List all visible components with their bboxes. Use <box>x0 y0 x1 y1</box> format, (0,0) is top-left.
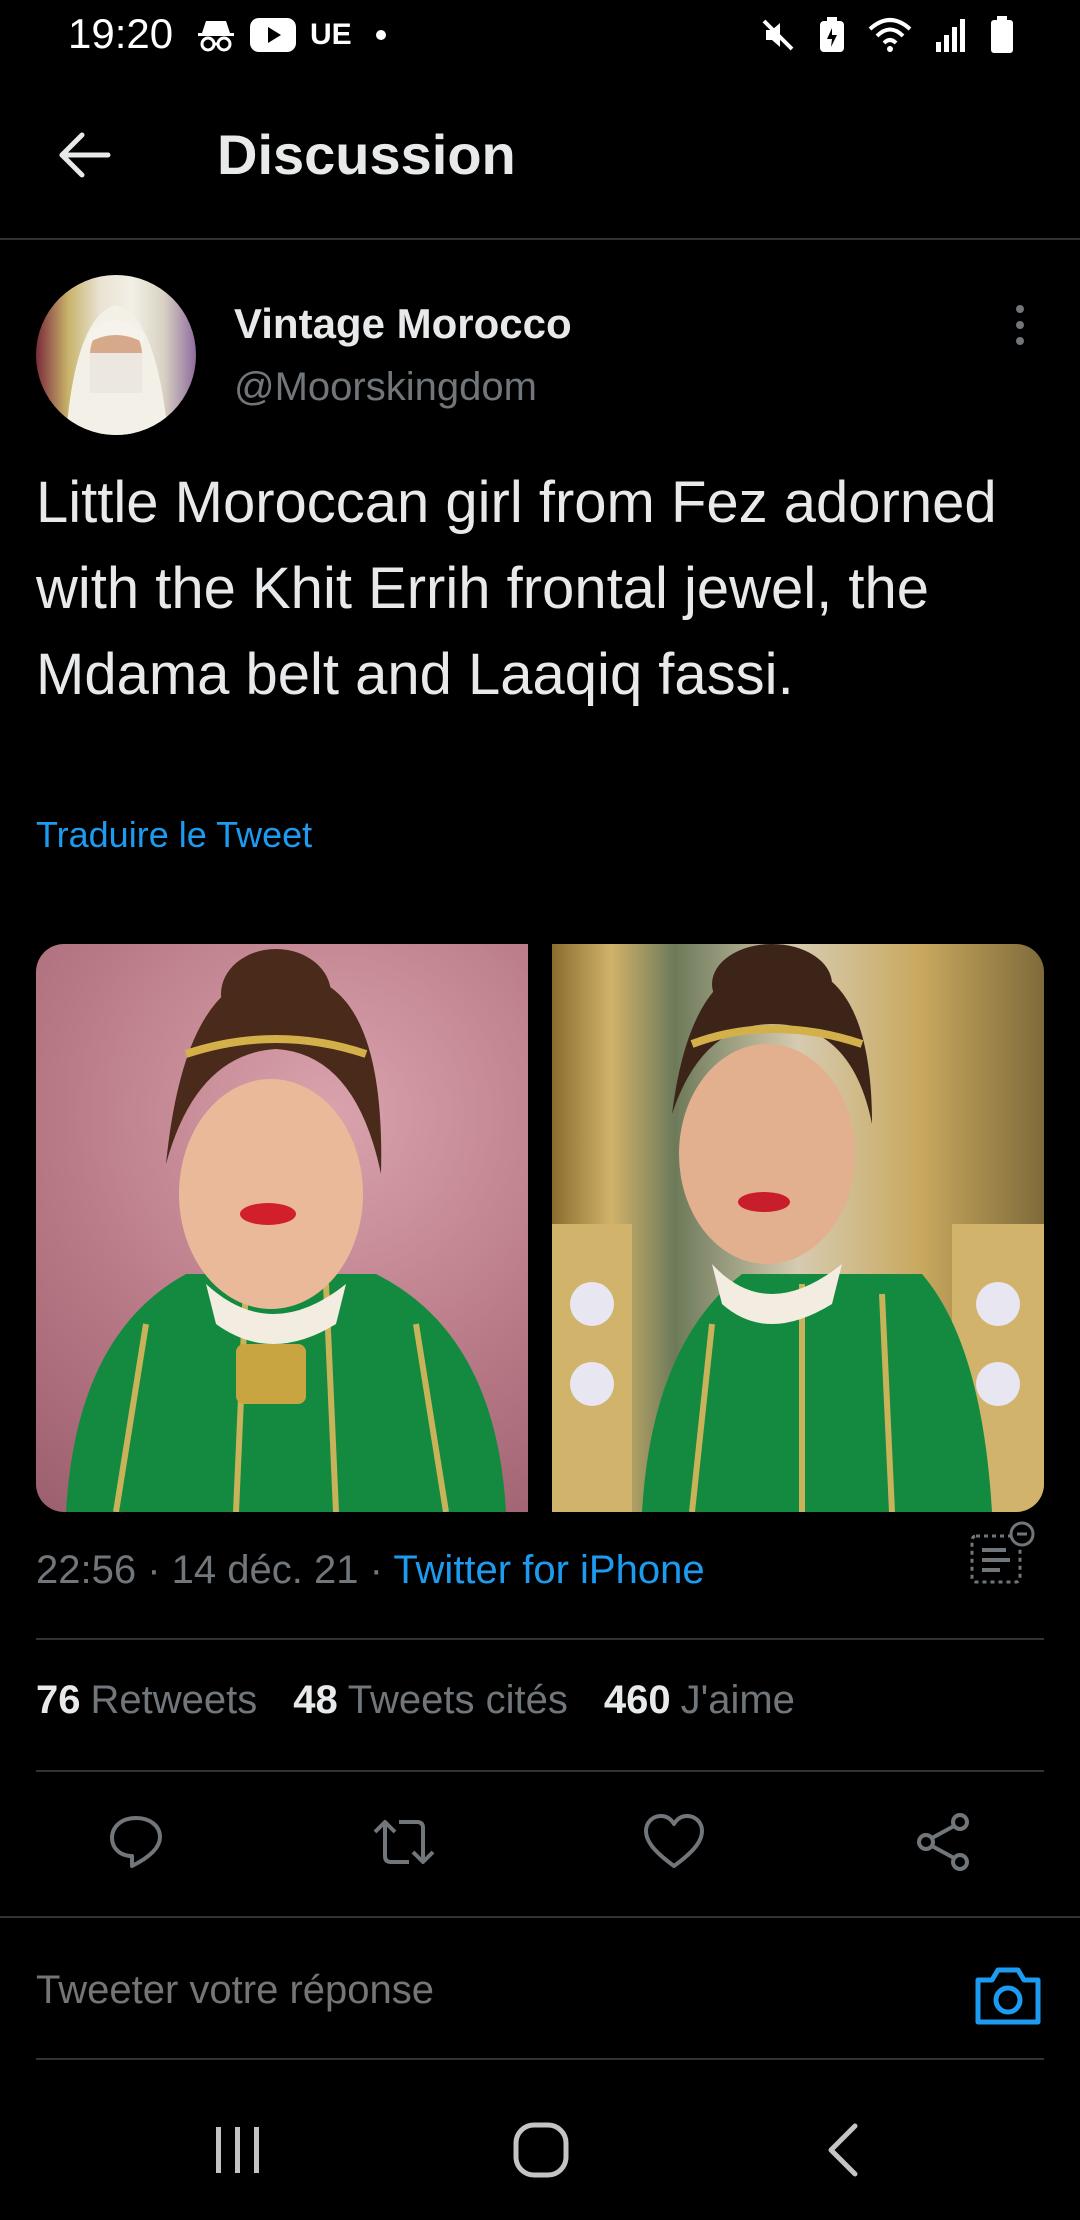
stat-count: 48 <box>293 1678 338 1722</box>
signal-icon <box>936 19 965 52</box>
stat-label: J'aime <box>680 1678 795 1722</box>
status-time: 19:20 <box>68 10 174 57</box>
retweet-button[interactable] <box>364 1802 444 1882</box>
tweet-source-link[interactable]: Twitter for iPhone <box>393 1548 704 1592</box>
divider <box>36 2058 1044 2060</box>
stat-count: 76 <box>36 1678 81 1722</box>
nav-back-button[interactable] <box>798 2110 888 2190</box>
carrier-text: UE <box>310 18 352 51</box>
heart-icon <box>644 1814 704 1868</box>
share-button[interactable] <box>904 1802 984 1882</box>
stat-quote-tweets[interactable]: 48 Tweets cités <box>293 1678 568 1723</box>
tweet-date: 14 déc. 21 <box>171 1548 359 1592</box>
tweet-stats: 76 Retweets 48 Tweets cités 460 J'aime <box>36 1678 795 1723</box>
recent-apps-icon <box>216 2127 259 2173</box>
stat-likes[interactable]: 460 J'aime <box>604 1678 795 1723</box>
share-icon <box>917 1813 969 1871</box>
home-button[interactable] <box>496 2110 586 2190</box>
retweet-icon <box>373 1820 435 1864</box>
mute-icon <box>762 19 794 51</box>
translate-tweet-link[interactable]: Traduire le Tweet <box>36 814 312 856</box>
tweet-text: Little Moroccan girl from Fez adorned wi… <box>36 470 997 707</box>
divider <box>0 1916 1080 1918</box>
like-button[interactable] <box>634 1802 714 1882</box>
more-dot-icon <box>1016 337 1024 345</box>
status-left-icons: UE <box>196 14 386 56</box>
meta-separator: · <box>136 1548 172 1592</box>
stat-count: 460 <box>603 1678 671 1722</box>
tweet-time: 22:56 <box>36 1548 137 1592</box>
photo-girl-pink-background <box>66 949 506 1512</box>
tweet-photo-2[interactable] <box>552 944 1044 1512</box>
divider <box>36 1638 1044 1640</box>
avatar[interactable] <box>36 275 196 435</box>
camera-button[interactable] <box>972 1962 1044 2028</box>
recent-apps-button[interactable] <box>193 2110 283 2190</box>
stat-label: Retweets <box>90 1678 258 1722</box>
status-right-icons <box>760 14 1014 56</box>
author-name[interactable]: Vintage Morocco <box>234 300 572 348</box>
reply-icon <box>110 1816 162 1868</box>
back-arrow-icon <box>59 132 111 178</box>
divider <box>36 1770 1044 1772</box>
media-grid <box>36 944 1044 1512</box>
home-icon <box>513 2122 569 2178</box>
incognito-icon <box>198 21 234 52</box>
tweet-analytics-button[interactable] <box>966 1520 1036 1590</box>
stat-retweets[interactable]: 76 Retweets <box>36 1678 257 1723</box>
back-button[interactable] <box>50 120 120 190</box>
page-title: Discussion <box>217 123 516 186</box>
battery-saver-icon <box>820 17 844 52</box>
more-dot-icon <box>1016 321 1024 329</box>
more-dot-icon <box>1016 305 1024 313</box>
reply-input[interactable] <box>36 1968 936 2013</box>
photo-girl-gold-vases <box>552 944 1044 1512</box>
header-divider <box>0 238 1080 240</box>
tweet-photo-1[interactable] <box>36 944 528 1512</box>
stat-label: Tweets cités <box>347 1678 568 1722</box>
tweet-timestamp: 22:56 · 14 déc. 21 · Twitter for iPhone <box>36 1548 705 1593</box>
reply-button[interactable] <box>96 1802 176 1882</box>
more-options-button[interactable] <box>1000 300 1040 350</box>
analytics-icon <box>970 1521 1035 1584</box>
meta-separator: · <box>358 1548 394 1592</box>
avatar-image <box>66 305 168 435</box>
wifi-icon <box>868 18 912 52</box>
notification-dot <box>375 30 386 40</box>
youtube-icon <box>250 18 296 52</box>
author-handle[interactable]: @Moorskingdom <box>234 365 537 410</box>
camera-icon <box>975 1967 1041 2025</box>
battery-icon <box>991 16 1013 53</box>
chevron-left-icon <box>828 2123 858 2177</box>
